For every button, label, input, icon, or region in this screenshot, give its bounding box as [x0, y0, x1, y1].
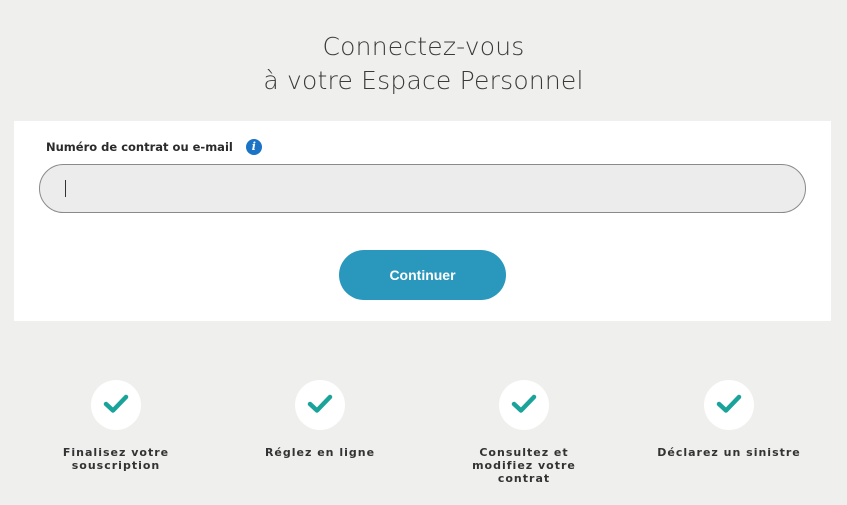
contract-email-label: Numéro de contrat ou e-mail [46, 140, 233, 154]
feature-finalize-subscription: Finalisez votre souscription [36, 380, 196, 472]
feature-label: Consultez et modifiez votre contrat [472, 446, 576, 485]
text-cursor [65, 180, 66, 197]
feature-label: Finalisez votre souscription [62, 446, 170, 472]
page-title-line-1: Connectez-vous [322, 32, 525, 61]
check-icon [91, 380, 141, 430]
page-title-line-2: à votre Espace Personnel [263, 66, 584, 95]
feature-label: Réglez en ligne [264, 446, 376, 459]
features-row: Finalisez votre souscription Réglez en l… [0, 380, 847, 500]
contract-email-input[interactable] [39, 164, 806, 213]
feature-label: Déclarez un sinistre [657, 446, 801, 459]
info-icon[interactable]: i [245, 139, 262, 155]
check-icon [295, 380, 345, 430]
check-icon [704, 380, 754, 430]
check-icon [499, 380, 549, 430]
page-title: Connectez-vous à votre Espace Personnel [0, 30, 847, 98]
continue-button[interactable]: Continuer [339, 250, 506, 300]
field-label-row: Numéro de contrat ou e-mail i [46, 139, 262, 155]
login-card: Numéro de contrat ou e-mail i Continuer [14, 121, 831, 321]
feature-declare-claim: Déclarez un sinistre [649, 380, 809, 459]
feature-pay-online: Réglez en ligne [240, 380, 400, 459]
feature-view-modify-contract: Consultez et modifiez votre contrat [444, 380, 604, 485]
